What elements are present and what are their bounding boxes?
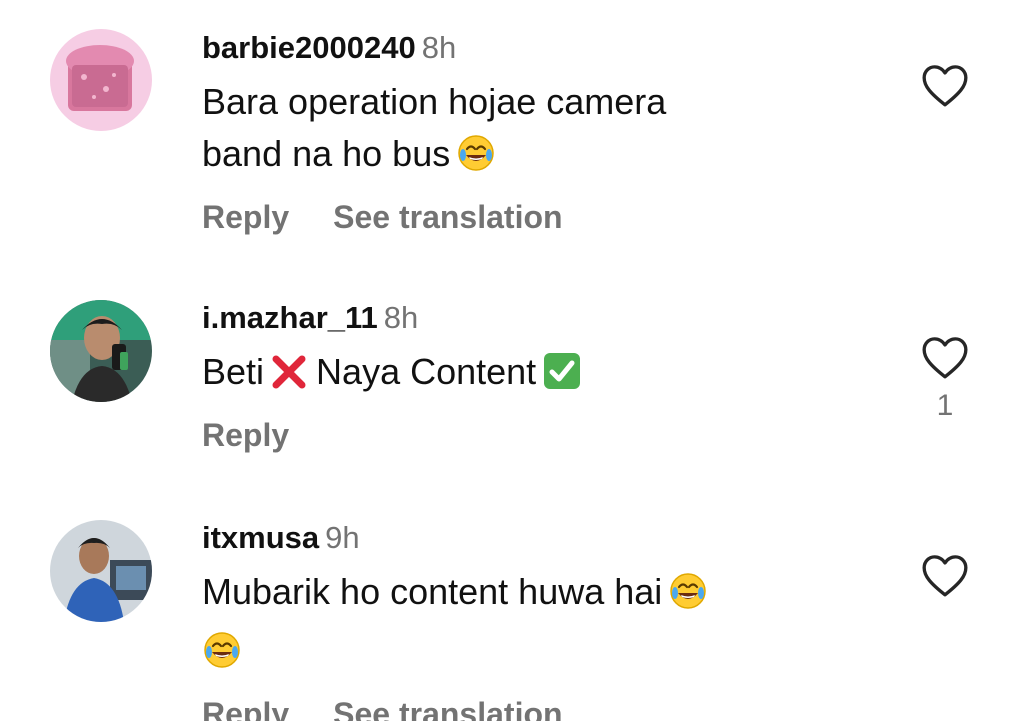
joy-emoji-icon bbox=[668, 571, 708, 625]
comment-text-line: Mubarik ho content huwa hai bbox=[202, 566, 882, 625]
avatar[interactable] bbox=[50, 300, 152, 402]
timestamp: 8h bbox=[383, 300, 419, 335]
like-button[interactable] bbox=[918, 552, 972, 603]
joy-emoji-icon bbox=[456, 133, 496, 187]
joy-emoji-icon bbox=[202, 630, 242, 684]
comment-item: itxmusa 9h Mubarik ho content huwa hai R… bbox=[0, 500, 1024, 721]
timestamp: 9h bbox=[325, 520, 360, 555]
see-translation-button[interactable]: See translation bbox=[333, 696, 562, 721]
heart-outline-icon bbox=[922, 337, 968, 379]
username[interactable]: i.mazhar_11 bbox=[202, 300, 378, 335]
timestamp: 8h bbox=[421, 30, 457, 65]
comments-list: barbie2000240 8h Bara operation hojae cam… bbox=[0, 0, 1024, 721]
comment-text: Bara operation hojae camera band na ho b… bbox=[202, 76, 882, 187]
reply-button[interactable]: Reply bbox=[202, 696, 289, 721]
reply-button[interactable]: Reply bbox=[202, 417, 289, 453]
username[interactable]: itxmusa bbox=[202, 520, 319, 555]
like-button[interactable]: 1 bbox=[918, 334, 972, 423]
comment-text: Mubarik ho content huwa hai bbox=[202, 566, 882, 684]
comment-item: i.mazhar_11 8h Beti Naya Content Reply 1 bbox=[0, 280, 1024, 480]
like-count: 1 bbox=[936, 389, 954, 422]
avatar[interactable] bbox=[50, 520, 152, 622]
cross-mark-icon bbox=[270, 353, 308, 405]
comment-text: Beti Naya Content bbox=[202, 346, 882, 405]
see-translation-button[interactable]: See translation bbox=[333, 199, 562, 235]
heart-outline-icon bbox=[922, 555, 968, 597]
comment-text-line bbox=[202, 625, 882, 684]
comment-text-line: band na ho bus bbox=[202, 128, 882, 187]
check-mark-icon bbox=[542, 351, 582, 405]
reply-button[interactable]: Reply bbox=[202, 199, 289, 235]
comment-text-line: Bara operation hojae camera bbox=[202, 81, 667, 122]
avatar[interactable] bbox=[50, 29, 152, 131]
username[interactable]: barbie2000240 bbox=[202, 30, 416, 65]
heart-outline-icon bbox=[922, 65, 968, 107]
comment-item: barbie2000240 8h Bara operation hojae cam… bbox=[0, 0, 1024, 250]
like-button[interactable] bbox=[918, 62, 972, 113]
